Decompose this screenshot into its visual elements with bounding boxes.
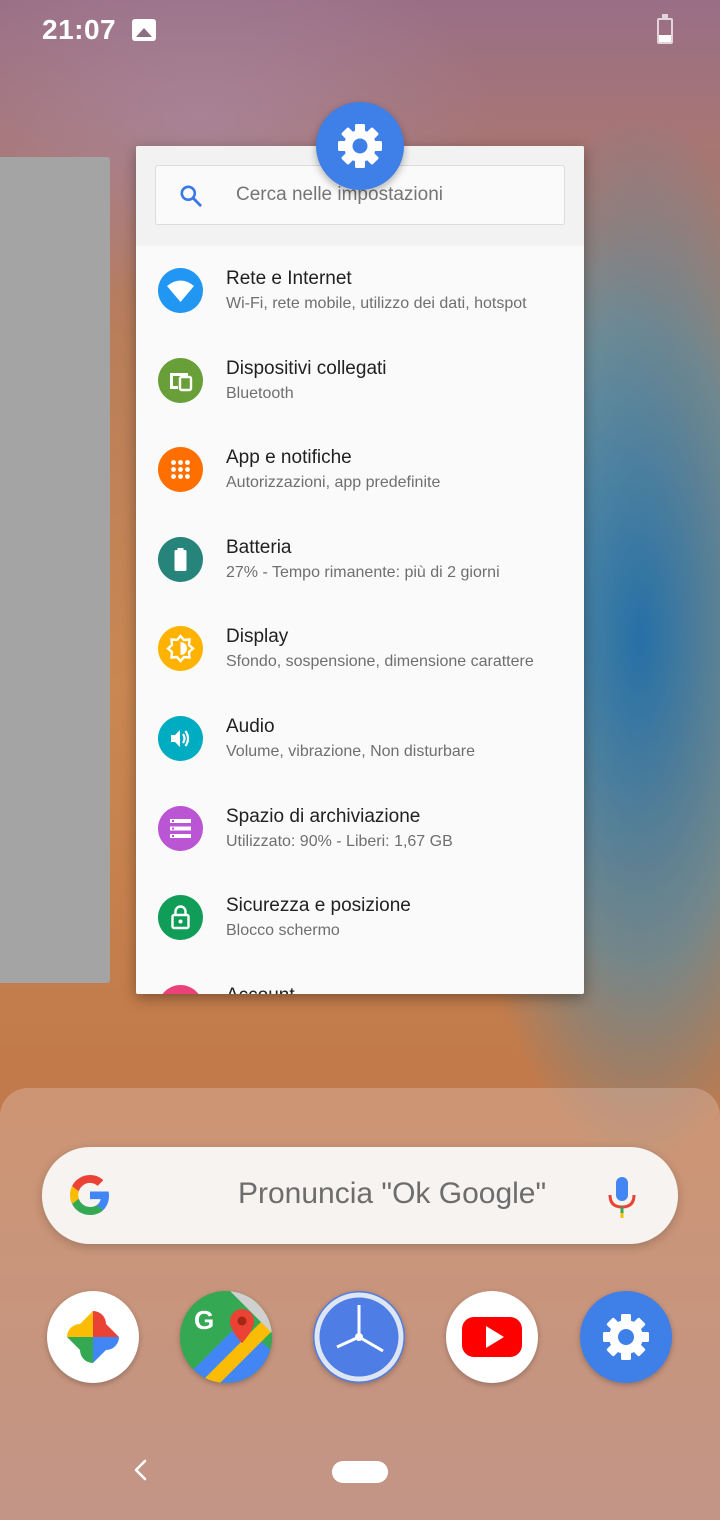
status-bar: 21:07 [0, 0, 720, 62]
settings-item-subtitle: Bluetooth [226, 384, 294, 402]
settings-item-network[interactable]: Rete e Internet Wi-Fi, rete mobile, util… [136, 246, 584, 336]
settings-item-subtitle: Sfondo, sospensione, dimensione caratter… [226, 653, 534, 671]
google-maps-icon[interactable]: G [180, 1291, 272, 1383]
recent-app-card-previous[interactable] [0, 157, 110, 983]
settings-item-subtitle: Blocco schermo [226, 922, 340, 940]
status-time: 21:07 [42, 14, 117, 45]
wifi-icon [158, 268, 203, 313]
volume-icon [158, 715, 203, 761]
devices-icon [158, 357, 203, 403]
battery-icon [158, 536, 203, 582]
settings-item-subtitle: Utilizzato: 90% - Liberi: 1,67 GB [226, 832, 453, 850]
apps-icon [158, 447, 203, 493]
google-photos-icon[interactable] [47, 1291, 139, 1383]
settings-item-account[interactable]: Account [136, 963, 584, 994]
settings-item-title: Account [226, 985, 295, 994]
settings-item-apps[interactable]: App e notifiche Autorizzazioni, app pred… [136, 425, 584, 515]
settings-icon[interactable] [580, 1291, 672, 1383]
search-icon [180, 185, 202, 207]
lock-icon [158, 895, 203, 941]
google-search-placeholder: Pronuncia "Ok Google" [238, 1177, 547, 1210]
home-button[interactable] [332, 1461, 388, 1483]
settings-item-connected-devices[interactable]: Dispositivi collegati Bluetooth [136, 336, 584, 426]
storage-icon [158, 805, 203, 851]
settings-item-title: App e notifiche [226, 447, 352, 469]
recent-app-card-settings[interactable]: Cerca nelle impostazioni Rete e Internet… [136, 146, 584, 994]
google-search-bar[interactable]: Pronuncia "Ok Google" [42, 1147, 678, 1244]
clock-icon[interactable] [313, 1291, 405, 1383]
svg-text:G: G [194, 1305, 214, 1335]
settings-item-title: Batteria [226, 536, 292, 558]
settings-item-subtitle: Wi-Fi, rete mobile, utilizzo dei dati, h… [226, 295, 527, 312]
image-notification-icon [132, 19, 156, 41]
settings-item-subtitle: Volume, vibrazione, Non disturbare [226, 742, 476, 760]
settings-list: Rete e Internet Wi-Fi, rete mobile, util… [136, 246, 584, 994]
brightness-icon [158, 626, 203, 672]
battery-icon [657, 14, 673, 44]
settings-item-security[interactable]: Sicurezza e posizione Blocco schermo [136, 873, 584, 963]
account-icon [158, 984, 203, 994]
youtube-icon[interactable] [446, 1291, 538, 1383]
settings-item-title: Audio [226, 715, 275, 737]
settings-item-title: Dispositivi collegati [226, 357, 387, 379]
settings-item-subtitle: 27% - Tempo rimanente: più di 2 giorni [226, 563, 500, 581]
back-icon[interactable] [128, 1457, 154, 1483]
settings-item-audio[interactable]: Audio Volume, vibrazione, Non disturbare [136, 694, 584, 784]
settings-item-storage[interactable]: Spazio di archiviazione Utilizzato: 90% … [136, 784, 584, 874]
gear-icon [338, 124, 382, 168]
google-logo-icon [70, 1175, 109, 1215]
microphone-icon[interactable] [604, 1173, 640, 1221]
settings-item-subtitle: Autorizzazioni, app predefinite [226, 474, 441, 492]
settings-item-title: Display [226, 626, 289, 648]
settings-item-title: Rete e Internet [226, 268, 352, 289]
settings-item-battery[interactable]: Batteria 27% - Tempo rimanente: più di 2… [136, 515, 584, 605]
settings-item-title: Spazio di archiviazione [226, 805, 421, 827]
settings-app-badge[interactable] [316, 102, 404, 190]
settings-item-title: Sicurezza e posizione [226, 895, 411, 917]
settings-item-display[interactable]: Display Sfondo, sospensione, dimensione … [136, 604, 584, 694]
